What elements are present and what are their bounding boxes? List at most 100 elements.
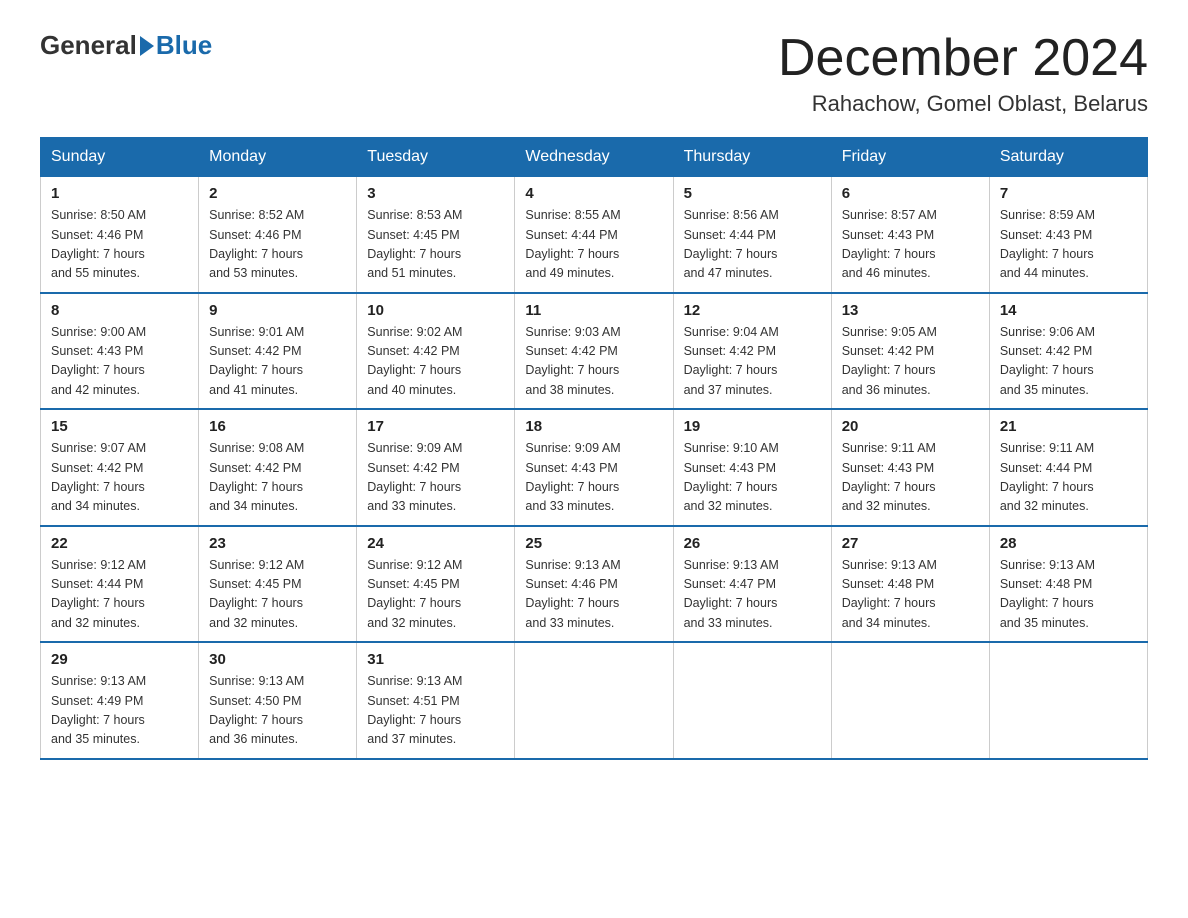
- day-info: Sunrise: 8:57 AM Sunset: 4:43 PM Dayligh…: [842, 206, 979, 284]
- day-info: Sunrise: 9:10 AM Sunset: 4:43 PM Dayligh…: [684, 439, 821, 517]
- day-number: 12: [684, 302, 821, 319]
- logo-text: General Blue: [40, 30, 212, 61]
- calendar-header-row: SundayMondayTuesdayWednesdayThursdayFrid…: [41, 138, 1148, 177]
- calendar-week-row: 22Sunrise: 9:12 AM Sunset: 4:44 PM Dayli…: [41, 526, 1148, 643]
- day-info: Sunrise: 9:13 AM Sunset: 4:51 PM Dayligh…: [367, 672, 504, 750]
- day-info: Sunrise: 9:11 AM Sunset: 4:43 PM Dayligh…: [842, 439, 979, 517]
- day-info: Sunrise: 9:13 AM Sunset: 4:48 PM Dayligh…: [1000, 556, 1137, 634]
- calendar-cell: 6Sunrise: 8:57 AM Sunset: 4:43 PM Daylig…: [831, 177, 989, 293]
- day-info: Sunrise: 9:04 AM Sunset: 4:42 PM Dayligh…: [684, 323, 821, 401]
- day-info: Sunrise: 8:50 AM Sunset: 4:46 PM Dayligh…: [51, 206, 188, 284]
- day-info: Sunrise: 9:05 AM Sunset: 4:42 PM Dayligh…: [842, 323, 979, 401]
- calendar-cell: 12 Sunrise: 9:04 AM Sunset: 4:42 PM Dayli…: [673, 293, 831, 410]
- day-number: 5: [684, 185, 821, 202]
- calendar-cell: [831, 642, 989, 759]
- calendar-cell: 2Sunrise: 8:52 AM Sunset: 4:46 PM Daylig…: [199, 177, 357, 293]
- day-number: 14: [1000, 302, 1137, 319]
- calendar-cell: [673, 642, 831, 759]
- logo: General Blue: [40, 30, 212, 61]
- day-info: Sunrise: 8:53 AM Sunset: 4:45 PM Dayligh…: [367, 206, 504, 284]
- day-number: 2: [209, 185, 346, 202]
- calendar-cell: 17Sunrise: 9:09 AM Sunset: 4:42 PM Dayli…: [357, 409, 515, 526]
- day-number: 13: [842, 302, 979, 319]
- calendar-header-friday: Friday: [831, 138, 989, 177]
- day-number: 4: [525, 185, 662, 202]
- calendar-header-thursday: Thursday: [673, 138, 831, 177]
- calendar-cell: 19 Sunrise: 9:10 AM Sunset: 4:43 PM Dayli…: [673, 409, 831, 526]
- calendar-cell: 20 Sunrise: 9:11 AM Sunset: 4:43 PM Dayli…: [831, 409, 989, 526]
- calendar-cell: 1 Sunrise: 8:50 AM Sunset: 4:46 PM Daylig…: [41, 177, 199, 293]
- calendar-cell: 3 Sunrise: 8:53 AM Sunset: 4:45 PM Daylig…: [357, 177, 515, 293]
- day-info: Sunrise: 9:09 AM Sunset: 4:43 PM Dayligh…: [525, 439, 662, 517]
- title-section: December 2024 Rahachow, Gomel Oblast, Be…: [778, 30, 1148, 117]
- day-number: 26: [684, 535, 821, 552]
- day-info: Sunrise: 8:55 AM Sunset: 4:44 PM Dayligh…: [525, 206, 662, 284]
- day-info: Sunrise: 9:13 AM Sunset: 4:47 PM Dayligh…: [684, 556, 821, 634]
- calendar-cell: 21 Sunrise: 9:11 AM Sunset: 4:44 PM Dayli…: [989, 409, 1147, 526]
- calendar-cell: [515, 642, 673, 759]
- day-number: 9: [209, 302, 346, 319]
- calendar-cell: 8 Sunrise: 9:00 AM Sunset: 4:43 PM Daylig…: [41, 293, 199, 410]
- day-number: 3: [367, 185, 504, 202]
- page-header: General Blue December 2024 Rahachow, Gom…: [40, 30, 1148, 117]
- day-info: Sunrise: 9:13 AM Sunset: 4:49 PM Dayligh…: [51, 672, 188, 750]
- calendar-cell: 30Sunrise: 9:13 AM Sunset: 4:50 PM Dayli…: [199, 642, 357, 759]
- calendar-cell: 22Sunrise: 9:12 AM Sunset: 4:44 PM Dayli…: [41, 526, 199, 643]
- calendar-cell: 9Sunrise: 9:01 AM Sunset: 4:42 PM Daylig…: [199, 293, 357, 410]
- day-info: Sunrise: 9:03 AM Sunset: 4:42 PM Dayligh…: [525, 323, 662, 401]
- day-number: 16: [209, 418, 346, 435]
- calendar-cell: 23Sunrise: 9:12 AM Sunset: 4:45 PM Dayli…: [199, 526, 357, 643]
- calendar-week-row: 8 Sunrise: 9:00 AM Sunset: 4:43 PM Daylig…: [41, 293, 1148, 410]
- month-title: December 2024: [778, 30, 1148, 87]
- calendar-cell: 27 Sunrise: 9:13 AM Sunset: 4:48 PM Dayli…: [831, 526, 989, 643]
- calendar-cell: 11 Sunrise: 9:03 AM Sunset: 4:42 PM Dayli…: [515, 293, 673, 410]
- calendar-header-saturday: Saturday: [989, 138, 1147, 177]
- calendar-week-row: 15 Sunrise: 9:07 AM Sunset: 4:42 PM Dayli…: [41, 409, 1148, 526]
- day-number: 25: [525, 535, 662, 552]
- calendar-cell: 14 Sunrise: 9:06 AM Sunset: 4:42 PM Dayli…: [989, 293, 1147, 410]
- calendar-cell: 31Sunrise: 9:13 AM Sunset: 4:51 PM Dayli…: [357, 642, 515, 759]
- day-number: 27: [842, 535, 979, 552]
- calendar-cell: 25 Sunrise: 9:13 AM Sunset: 4:46 PM Dayli…: [515, 526, 673, 643]
- calendar-cell: 13 Sunrise: 9:05 AM Sunset: 4:42 PM Dayli…: [831, 293, 989, 410]
- day-info: Sunrise: 8:56 AM Sunset: 4:44 PM Dayligh…: [684, 206, 821, 284]
- day-info: Sunrise: 9:13 AM Sunset: 4:48 PM Dayligh…: [842, 556, 979, 634]
- day-info: Sunrise: 9:00 AM Sunset: 4:43 PM Dayligh…: [51, 323, 188, 401]
- calendar-header-sunday: Sunday: [41, 138, 199, 177]
- calendar-cell: 28Sunrise: 9:13 AM Sunset: 4:48 PM Dayli…: [989, 526, 1147, 643]
- day-number: 8: [51, 302, 188, 319]
- day-number: 29: [51, 651, 188, 668]
- calendar-cell: 18 Sunrise: 9:09 AM Sunset: 4:43 PM Dayli…: [515, 409, 673, 526]
- day-number: 1: [51, 185, 188, 202]
- calendar-week-row: 1 Sunrise: 8:50 AM Sunset: 4:46 PM Daylig…: [41, 177, 1148, 293]
- calendar-cell: 26 Sunrise: 9:13 AM Sunset: 4:47 PM Dayli…: [673, 526, 831, 643]
- day-number: 30: [209, 651, 346, 668]
- day-number: 19: [684, 418, 821, 435]
- day-number: 24: [367, 535, 504, 552]
- day-number: 15: [51, 418, 188, 435]
- calendar-cell: 16 Sunrise: 9:08 AM Sunset: 4:42 PM Dayli…: [199, 409, 357, 526]
- calendar-cell: 7Sunrise: 8:59 AM Sunset: 4:43 PM Daylig…: [989, 177, 1147, 293]
- calendar-week-row: 29 Sunrise: 9:13 AM Sunset: 4:49 PM Dayli…: [41, 642, 1148, 759]
- day-info: Sunrise: 9:11 AM Sunset: 4:44 PM Dayligh…: [1000, 439, 1137, 517]
- logo-general: General: [40, 30, 137, 61]
- day-number: 21: [1000, 418, 1137, 435]
- calendar-header-monday: Monday: [199, 138, 357, 177]
- day-info: Sunrise: 9:13 AM Sunset: 4:46 PM Dayligh…: [525, 556, 662, 634]
- calendar-cell: 29 Sunrise: 9:13 AM Sunset: 4:49 PM Dayli…: [41, 642, 199, 759]
- day-number: 11: [525, 302, 662, 319]
- calendar-cell: [989, 642, 1147, 759]
- day-info: Sunrise: 9:09 AM Sunset: 4:42 PM Dayligh…: [367, 439, 504, 517]
- day-info: Sunrise: 9:07 AM Sunset: 4:42 PM Dayligh…: [51, 439, 188, 517]
- calendar-header-tuesday: Tuesday: [357, 138, 515, 177]
- calendar-cell: 10Sunrise: 9:02 AM Sunset: 4:42 PM Dayli…: [357, 293, 515, 410]
- day-info: Sunrise: 9:12 AM Sunset: 4:45 PM Dayligh…: [367, 556, 504, 634]
- day-info: Sunrise: 9:06 AM Sunset: 4:42 PM Dayligh…: [1000, 323, 1137, 401]
- day-number: 22: [51, 535, 188, 552]
- day-info: Sunrise: 9:08 AM Sunset: 4:42 PM Dayligh…: [209, 439, 346, 517]
- calendar-cell: 4 Sunrise: 8:55 AM Sunset: 4:44 PM Daylig…: [515, 177, 673, 293]
- day-number: 10: [367, 302, 504, 319]
- day-number: 18: [525, 418, 662, 435]
- day-number: 20: [842, 418, 979, 435]
- calendar-cell: 24 Sunrise: 9:12 AM Sunset: 4:45 PM Dayli…: [357, 526, 515, 643]
